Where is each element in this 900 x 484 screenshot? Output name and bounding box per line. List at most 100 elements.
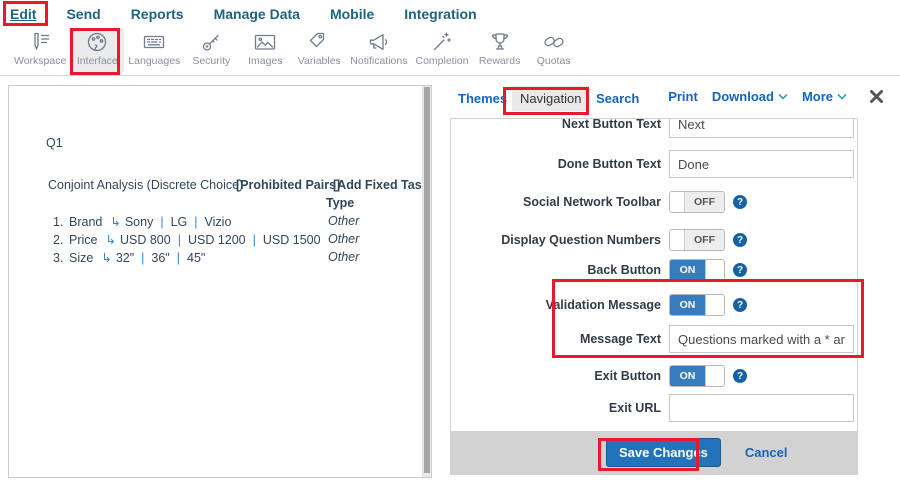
prohibited-pairs-link[interactable]: [Prohibited Pairs]	[236, 178, 340, 192]
download-link[interactable]: Download	[712, 89, 788, 104]
toolbar-item-security[interactable]: Security	[184, 28, 238, 73]
attribute-name: Price	[69, 233, 97, 247]
help-icon[interactable]: ?	[733, 233, 747, 247]
toggle-knob	[705, 295, 724, 315]
row-social-network-toolbar: Social Network ToolbarOFF?	[451, 191, 857, 213]
completion-icon	[430, 30, 454, 54]
nav-item-reports[interactable]: Reports	[131, 6, 184, 22]
attribute-name: Brand	[69, 215, 102, 229]
next-button-text-input[interactable]	[669, 119, 854, 138]
images-icon	[253, 30, 277, 54]
nav-item-send[interactable]: Send	[66, 6, 100, 22]
row-number: 2.	[53, 233, 69, 247]
toolbar-item-languages[interactable]: Languages	[124, 28, 184, 73]
help-icon[interactable]: ?	[733, 195, 747, 209]
row-number: 3.	[53, 251, 69, 265]
display-question-numbers-toggle[interactable]: OFF	[669, 229, 725, 251]
preview-scrollbar-thumb[interactable]	[424, 87, 430, 473]
validation-message-label: Validation Message	[451, 298, 661, 312]
edit-toolbar: Workspace Interface Languages Security Image…	[0, 28, 900, 76]
exit-url-input[interactable]	[669, 394, 854, 422]
workspace-icon	[28, 30, 52, 54]
toolbar-item-label: Languages	[128, 55, 180, 67]
notifications-icon	[367, 30, 391, 54]
nav-item-mobile[interactable]: Mobile	[330, 6, 374, 22]
exit-url-label: Exit URL	[451, 401, 661, 415]
toggle-state-label: OFF	[685, 192, 724, 212]
print-link[interactable]: Print	[668, 89, 698, 104]
question-code: Q1	[46, 136, 63, 150]
preview-scrollbar[interactable]	[422, 86, 431, 477]
nav-item-integration[interactable]: Integration	[404, 6, 476, 22]
row-number: 1.	[53, 215, 69, 229]
option-value: 36"	[151, 251, 169, 265]
toolbar-item-label: Completion	[416, 55, 469, 67]
save-changes-button[interactable]: Save Changes	[606, 438, 721, 467]
chevron-down-icon	[837, 93, 847, 100]
option-separator: |	[253, 233, 256, 247]
exit-button-toggle[interactable]: ON	[669, 365, 725, 387]
option-value: 45"	[187, 251, 205, 265]
option-value: Sony	[125, 215, 154, 229]
level-arrow-icon: ↳	[110, 215, 120, 229]
toolbar-item-label: Quotas	[537, 55, 571, 67]
help-icon[interactable]: ?	[733, 369, 747, 383]
toggle-knob	[705, 366, 724, 386]
row-back-button: Back ButtonON?	[451, 259, 857, 281]
toolbar-item-label: Rewards	[479, 55, 520, 67]
tab-themes[interactable]: Themes	[458, 91, 507, 106]
toolbar-item-completion[interactable]: Completion	[412, 28, 473, 73]
social-network-toolbar-toggle[interactable]: OFF	[669, 191, 725, 213]
cancel-link[interactable]: Cancel	[745, 445, 788, 460]
more-link[interactable]: More	[802, 89, 847, 104]
row-display-question-numbers: Display Question Numbers OFF?	[451, 229, 857, 251]
option-separator: |	[194, 215, 197, 229]
done-button-text-label: Done Button Text	[451, 157, 661, 171]
row-message-text: Message Text	[451, 325, 857, 353]
level-arrow-icon: ↳	[105, 233, 115, 247]
back-button-toggle[interactable]: ON	[669, 259, 725, 281]
close-icon[interactable]	[869, 89, 884, 104]
toggle-knob	[670, 192, 685, 212]
nav-item-manage-data[interactable]: Manage Data	[214, 6, 300, 22]
navigation-settings-dialog: Next Button Text Done Button Text Social N…	[450, 118, 858, 475]
row-exit-button: Exit Button ON?	[451, 365, 857, 387]
help-icon[interactable]: ?	[733, 263, 747, 277]
toolbar-item-images[interactable]: Images	[238, 28, 292, 73]
toggle-knob	[670, 230, 685, 250]
option-value: LG	[171, 215, 188, 229]
toolbar-item-label: Images	[248, 55, 282, 67]
add-fixed-tasks-link[interactable]: [Add Fixed Tasks	[333, 178, 432, 192]
interface-icon	[85, 30, 109, 54]
toolbar-item-interface[interactable]: Interface	[70, 28, 124, 73]
toolbar-item-rewards[interactable]: Rewards	[473, 28, 527, 73]
toolbar-item-label: Interface	[77, 55, 118, 67]
toggle-state-label: OFF	[685, 230, 724, 250]
toolbar-item-label: Notifications	[350, 55, 407, 67]
help-icon[interactable]: ?	[733, 298, 747, 312]
survey-preview-panel: Q1 Conjoint Analysis (Discrete Choice) […	[8, 85, 432, 478]
display-question-numbers-label: Display Question Numbers	[451, 233, 661, 247]
nav-item-edit[interactable]: Edit	[10, 6, 36, 22]
toolbar-item-variables[interactable]: Variables	[292, 28, 346, 73]
toolbar-item-workspace[interactable]: Workspace	[10, 28, 70, 73]
tab-search[interactable]: Search	[596, 91, 639, 106]
attribute-row-brand: 1.Brand↳Sony|LG|Vizio	[53, 214, 231, 229]
message-text-label: Message Text	[451, 332, 661, 346]
done-button-text-input[interactable]	[669, 150, 854, 178]
option-separator: |	[177, 251, 180, 265]
validation-message-toggle[interactable]: ON	[669, 294, 725, 316]
toolbar-item-notifications[interactable]: Notifications	[346, 28, 411, 73]
message-text-input[interactable]	[669, 325, 854, 353]
toggle-state-label: ON	[670, 295, 705, 315]
dialog-header: Themes Navigation Search Print Download Mo…	[450, 86, 886, 116]
rewards-icon	[488, 30, 512, 54]
row-validation-message: Validation Message ON?	[451, 294, 857, 316]
exit-button-label: Exit Button	[451, 369, 661, 383]
tab-navigation[interactable]: Navigation	[512, 86, 589, 111]
dialog-footer: Save Changes Cancel	[451, 431, 857, 474]
toolbar-item-quotas[interactable]: Quotas	[527, 28, 581, 73]
row-next-button-text: Next Button Text	[451, 119, 857, 138]
top-nav: Edit Send Reports Manage Data Mobile Integrat…	[0, 0, 900, 28]
option-separator: |	[160, 215, 163, 229]
